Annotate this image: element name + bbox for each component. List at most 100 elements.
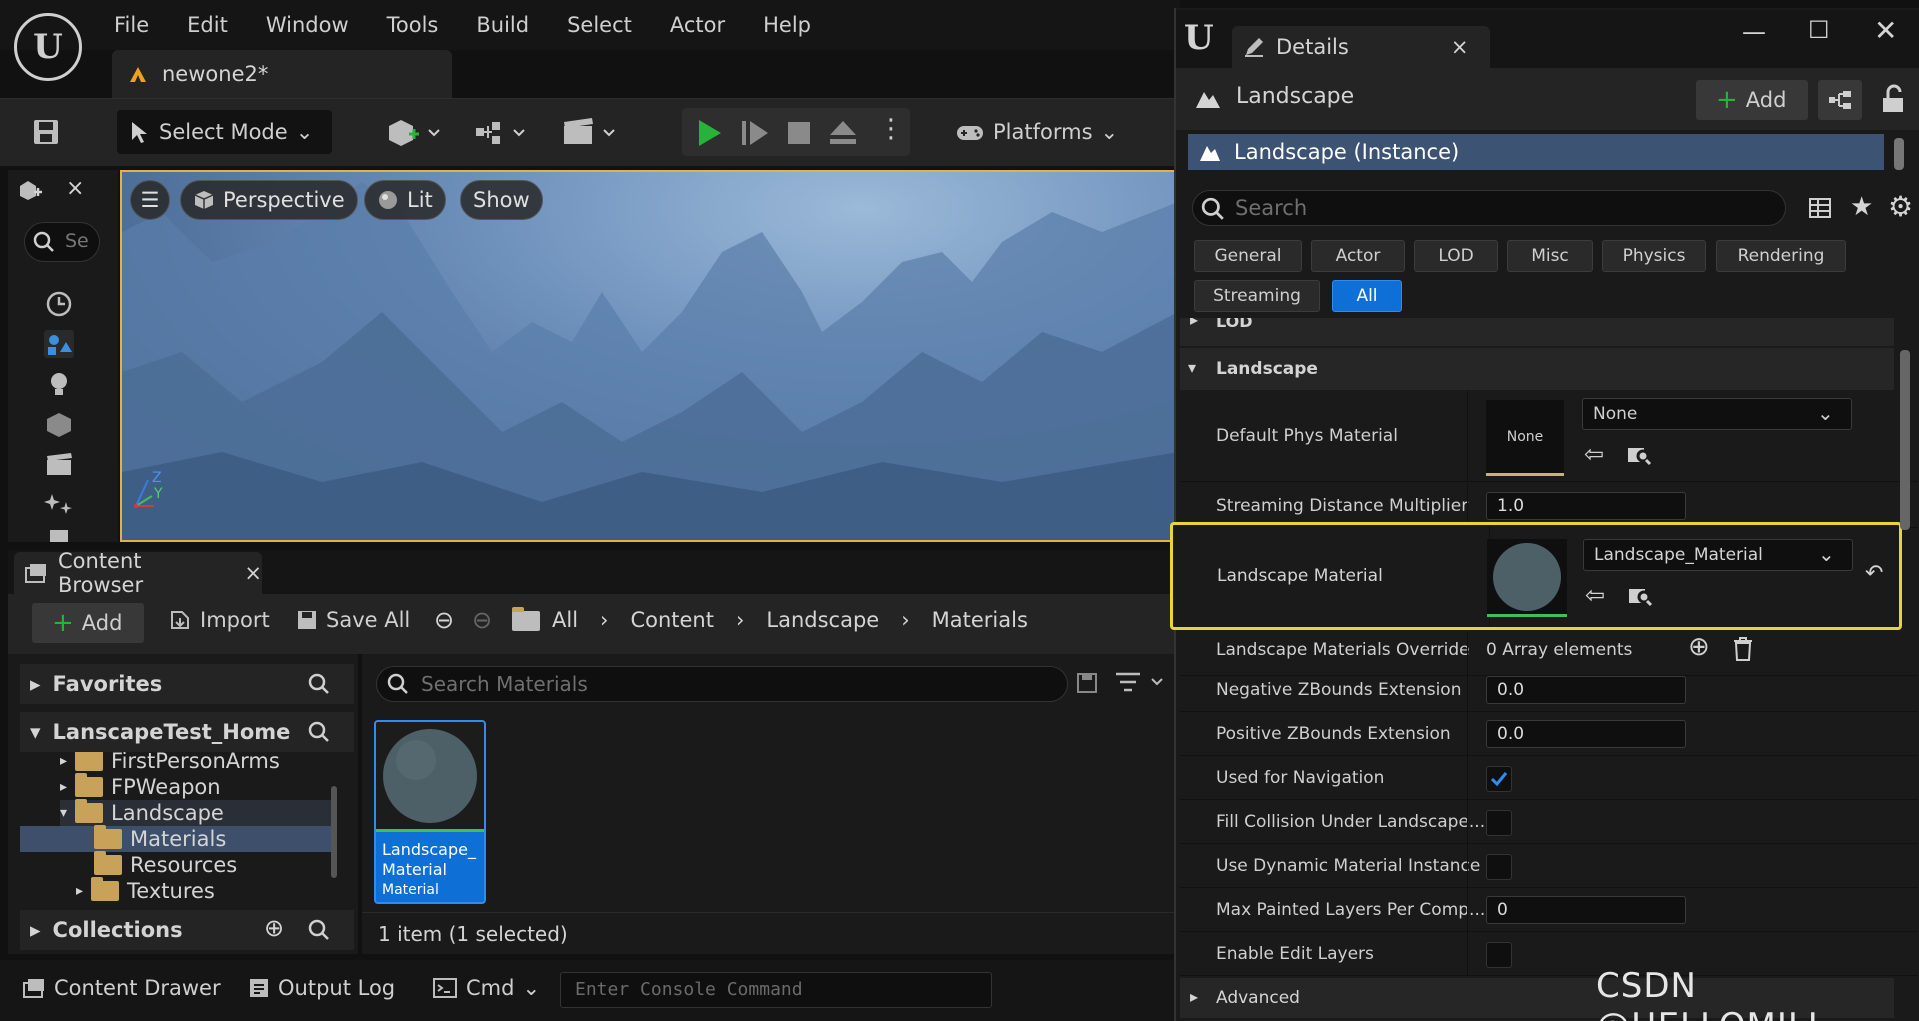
level-viewport[interactable]: ☰ Perspective Lit Show Z Y <box>120 170 1180 542</box>
document-tab[interactable]: newone2* <box>112 50 452 98</box>
filter-rendering[interactable]: Rendering <box>1716 240 1846 272</box>
add-component-button[interactable]: + Add <box>1696 80 1808 120</box>
tree-item-firstpersonarms[interactable]: ▸ FirstPersonArms <box>60 752 280 774</box>
dynamic-material-checkbox[interactable] <box>1486 854 1512 880</box>
step-icon[interactable] <box>740 119 770 147</box>
output-log-button[interactable]: Output Log <box>248 976 395 1000</box>
cmd-dropdown[interactable]: Cmd ⌄ <box>432 976 540 1000</box>
reset-to-default-icon[interactable]: ↶ <box>1865 561 1883 586</box>
place-actors-icon[interactable] <box>18 178 66 202</box>
positive-zbounds-field[interactable]: 0.0 <box>1486 720 1686 748</box>
filter-general[interactable]: General <box>1194 240 1302 272</box>
cinematics-icon[interactable] <box>560 116 620 148</box>
trash-icon[interactable] <box>1732 636 1754 662</box>
play-icon[interactable] <box>694 118 724 148</box>
save-all-button[interactable]: Save All <box>296 608 410 632</box>
tree-item-resources[interactable]: Resources <box>94 851 237 878</box>
section-landscape[interactable]: ▾ Landscape <box>1180 348 1894 390</box>
save-icon[interactable] <box>32 118 60 146</box>
menu-help[interactable]: Help <box>744 13 830 37</box>
stop-icon[interactable] <box>786 120 812 146</box>
show-button[interactable]: Show <box>460 180 543 220</box>
cb-add-button[interactable]: + Add <box>32 603 144 643</box>
lights-icon[interactable] <box>44 370 74 398</box>
breadcrumb-landscape[interactable]: Landscape <box>766 608 879 632</box>
filter-streaming[interactable]: Streaming <box>1194 280 1320 312</box>
used-for-navigation-checkbox[interactable] <box>1486 766 1512 792</box>
filter-actor[interactable]: Actor <box>1311 240 1405 272</box>
close-icon[interactable]: × <box>244 561 262 585</box>
menu-file[interactable]: File <box>95 13 168 37</box>
lit-button[interactable]: Lit <box>364 180 446 220</box>
add-element-icon[interactable]: ⊕ <box>1688 632 1710 662</box>
filter-lod[interactable]: LOD <box>1414 240 1498 272</box>
console-input[interactable]: Enter Console Command <box>560 972 992 1008</box>
blueprint-button[interactable] <box>1818 80 1862 120</box>
browse-icon[interactable] <box>1627 583 1653 607</box>
volumes-icon[interactable] <box>44 526 74 542</box>
viewport-menu-button[interactable]: ☰ <box>130 180 170 220</box>
phys-material-thumbnail[interactable]: None <box>1486 400 1564 476</box>
content-drawer-button[interactable]: Content Drawer <box>22 976 221 1000</box>
breadcrumb-all[interactable]: All <box>552 608 578 632</box>
select-mode-dropdown[interactable]: Select Mode ⌄ <box>117 110 332 154</box>
menu-actor[interactable]: Actor <box>651 13 744 37</box>
blueprint-icon[interactable] <box>472 116 532 148</box>
eject-icon[interactable] <box>828 119 858 147</box>
recent-icon[interactable] <box>44 290 74 318</box>
fill-collision-checkbox[interactable] <box>1486 810 1512 836</box>
tree-item-landscape[interactable]: ▾ Landscape <box>60 799 336 826</box>
close-icon[interactable]: × <box>1451 35 1469 59</box>
modes-search-input[interactable]: Se <box>24 222 100 262</box>
gear-icon[interactable]: ⚙ <box>1888 190 1913 223</box>
menu-window[interactable]: Window <box>247 13 368 37</box>
filter-all[interactable]: All <box>1332 280 1402 312</box>
details-tab[interactable]: Details × <box>1232 26 1490 68</box>
enable-edit-layers-checkbox[interactable] <box>1486 942 1512 968</box>
close-icon[interactable]: × <box>66 176 84 201</box>
search-icon[interactable] <box>308 919 330 941</box>
max-painted-layers-field[interactable]: 0 <box>1486 896 1686 924</box>
property-matrix-icon[interactable] <box>1808 196 1832 220</box>
browse-icon[interactable] <box>1626 442 1652 466</box>
breadcrumb-materials[interactable]: Materials <box>932 608 1028 632</box>
lock-icon[interactable] <box>1880 84 1906 114</box>
perspective-button[interactable]: Perspective <box>180 180 358 220</box>
section-lod[interactable]: ▸ LOD <box>1180 318 1894 346</box>
breadcrumb-content[interactable]: Content <box>630 608 714 632</box>
basic-shapes-icon[interactable] <box>44 330 74 358</box>
content-browser-tab[interactable]: Content Browser × <box>14 549 262 597</box>
negative-zbounds-field[interactable]: 0.0 <box>1486 676 1686 704</box>
streaming-distance-field[interactable]: 1.0 <box>1486 492 1686 520</box>
landscape-material-thumbnail[interactable] <box>1487 539 1567 617</box>
save-search-icon[interactable] <box>1076 672 1098 694</box>
favorites-header[interactable]: ▸ Favorites <box>20 664 354 704</box>
filter-icon[interactable] <box>1114 670 1166 694</box>
project-header[interactable]: ▾ LanscapeTest_Home <box>20 712 354 752</box>
component-item-instance[interactable]: Landscape (Instance) <box>1188 134 1884 170</box>
menu-build[interactable]: Build <box>457 13 548 37</box>
more-options-icon[interactable]: ⋮ <box>878 114 904 144</box>
menu-tools[interactable]: Tools <box>368 13 458 37</box>
use-selected-icon[interactable]: ⇦ <box>1585 581 1605 609</box>
component-scrollbar[interactable] <box>1894 138 1904 170</box>
star-icon[interactable]: ★ <box>1850 192 1873 222</box>
close-window-icon[interactable]: ✕ <box>1874 14 1897 47</box>
details-search-input[interactable]: Search <box>1192 190 1786 226</box>
history-forward-icon[interactable]: ⊖ <box>472 606 492 634</box>
tree-item-materials[interactable]: Materials <box>20 825 336 852</box>
menu-edit[interactable]: Edit <box>168 13 247 37</box>
shapes-icon[interactable] <box>44 410 74 438</box>
cinematic-icon[interactable] <box>44 450 74 478</box>
import-button[interactable]: Import <box>168 608 270 632</box>
visual-effects-icon[interactable] <box>44 490 74 518</box>
add-collection-icon[interactable]: ⊕ <box>264 914 284 942</box>
minimize-icon[interactable]: — <box>1742 18 1766 46</box>
search-icon[interactable] <box>308 721 330 743</box>
history-back-icon[interactable]: ⊖ <box>434 606 454 634</box>
add-actor-icon[interactable] <box>385 116 445 148</box>
platforms-dropdown[interactable]: Platforms ⌄ <box>955 108 1118 156</box>
menu-select[interactable]: Select <box>548 13 651 37</box>
maximize-icon[interactable]: ☐ <box>1808 16 1830 44</box>
tree-scrollbar[interactable] <box>331 786 337 878</box>
